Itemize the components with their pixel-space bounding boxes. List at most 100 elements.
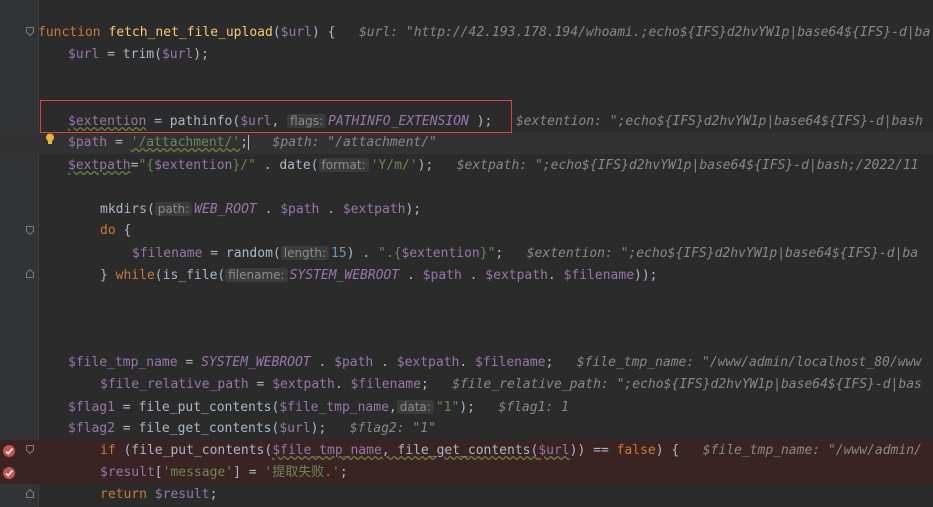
debug-inline-value: $flag1: 1 xyxy=(498,400,569,415)
code-text: $filename = random(length: 15) . ".{$exte… xyxy=(132,244,918,263)
string-literal: "{ xyxy=(138,158,155,173)
code-text: $extpath="{$extention}/" . date(format: '… xyxy=(68,156,918,175)
parameter-hint: format: xyxy=(318,158,369,172)
code-text: function fetch_net_file_upload($url) { $… xyxy=(38,24,930,42)
code-token: = random( xyxy=(202,246,281,261)
constant: WEB_ROOT xyxy=(194,202,257,217)
fold-collapse-icon[interactable] xyxy=(26,445,34,454)
code-token: . date( xyxy=(255,158,319,173)
code-line-10[interactable]: $filename = random(length: 15) . ".{$exte… xyxy=(0,242,933,264)
variable: $url xyxy=(68,47,100,62)
number-literal: 15 xyxy=(331,246,347,261)
code-editor[interactable]: function fetch_net_file_upload($url) { $… xyxy=(0,0,933,507)
code-token: ); xyxy=(405,202,422,217)
paren: ) { xyxy=(311,25,336,40)
code-token: mkdirs( xyxy=(100,202,155,217)
variable: $url xyxy=(240,114,272,129)
code-token: . xyxy=(459,355,476,370)
code-token: , xyxy=(388,400,397,415)
code-token: . xyxy=(373,355,397,370)
code-line-8[interactable]: mkdirs(path: WEB_ROOT . $path . $extpath)… xyxy=(0,198,933,220)
code-token: ; xyxy=(420,377,429,392)
code-line-4[interactable]: $extention = pathinfo($url, flags: PATHIN… xyxy=(0,110,933,132)
code-token: ; xyxy=(495,246,504,261)
fold-collapse-icon[interactable] xyxy=(26,226,34,235)
string-literal: ".{ xyxy=(378,246,402,261)
variable: $filename xyxy=(350,377,421,392)
debug-inline-value: $path: "/attachment/" xyxy=(272,135,437,150)
variable: $url xyxy=(161,47,194,62)
code-token: ); xyxy=(459,400,475,415)
code-token: (is_file( xyxy=(154,268,226,283)
code-token: )); xyxy=(634,268,658,283)
breakpoint-icon[interactable] xyxy=(2,466,16,480)
keyword: function xyxy=(38,25,101,40)
code-text: return $result; xyxy=(100,486,217,504)
code-line-5[interactable]: $path = '/attachment/'; $path: "/attachm… xyxy=(0,132,933,154)
debug-inline-value: $flag2: "1" xyxy=(349,421,436,436)
code-line-18[interactable]: $flag2 = file_get_contents($url); $flag2… xyxy=(0,418,933,440)
debug-inline-value: $file_relative_path: ";echo${IFS}d2hvYW1… xyxy=(452,377,922,392)
variable: $extpath xyxy=(396,355,460,370)
parameter-hint: flags: xyxy=(287,114,326,128)
fold-collapse-icon[interactable] xyxy=(26,27,34,36)
string-literal: '/attachment/' xyxy=(130,135,241,150)
variable: $extpath xyxy=(485,268,548,283)
keyword: if xyxy=(100,443,116,458)
code-line-11[interactable]: } while(is_file(filename: SYSTEM_WEBROOT … xyxy=(0,264,933,286)
code-token: = trim( xyxy=(99,47,162,62)
code-token: . xyxy=(399,268,423,283)
fold-expand-icon[interactable] xyxy=(26,489,34,498)
code-token: . xyxy=(334,377,351,392)
variable: $extpath xyxy=(68,158,131,173)
code-token: = xyxy=(248,377,273,392)
code-token: ; xyxy=(240,135,249,150)
code-line-15[interactable]: $file_tmp_name = SYSTEM_WEBROOT . $path … xyxy=(0,352,933,374)
code-line-20[interactable]: $result['message'] = '提取失败.'; xyxy=(0,462,933,484)
debug-inline-value: $file_tmp_name: "/www/admin/ xyxy=(702,443,922,458)
code-token: . xyxy=(310,355,335,370)
code-line-6[interactable]: $extpath="{$extention}/" . date(format: '… xyxy=(0,154,933,176)
string-literal: 'message' xyxy=(162,465,234,480)
code-token: = pathinfo( xyxy=(146,114,241,129)
code-line-2[interactable]: $url = trim($url); xyxy=(0,44,933,66)
code-token: = xyxy=(177,355,202,370)
string-literal: }" xyxy=(479,246,496,261)
code-token: . xyxy=(547,268,564,283)
breakpoint-icon[interactable] xyxy=(2,444,16,458)
code-token: ; xyxy=(339,465,348,480)
code-line-17[interactable]: $flag1 = file_put_contents($file_tmp_nam… xyxy=(0,396,933,418)
variable: $url xyxy=(280,25,312,40)
code-text: $path = '/attachment/'; $path: "/attachm… xyxy=(68,134,437,152)
variable: $result xyxy=(100,465,155,480)
variable: $flag1 xyxy=(68,400,115,415)
code-token: ); xyxy=(310,421,327,436)
variable: $url xyxy=(279,421,311,436)
lightbulb-icon[interactable] xyxy=(45,133,55,145)
code-token: = xyxy=(107,135,131,150)
keyword: false xyxy=(616,443,656,458)
code-token: ); xyxy=(193,47,209,62)
code-text: } while(is_file(filename: SYSTEM_WEBROOT … xyxy=(100,266,658,285)
debug-inline-value: $file_tmp_name: "/www/admin/localhost_80… xyxy=(576,355,922,370)
code-token: = file_get_contents( xyxy=(114,421,280,436)
code-token: ] = xyxy=(233,465,265,480)
code-line-19[interactable]: if (file_put_contents($file_tmp_name, fi… xyxy=(0,440,933,462)
constant: SYSTEM_WEBROOT xyxy=(289,268,400,283)
code-token: } xyxy=(100,268,116,283)
parameter-hint: length: xyxy=(280,246,330,260)
code-token: . xyxy=(319,202,343,217)
code-token: (file_put_contents( xyxy=(115,443,273,458)
code-text: $file_relative_path = $extpath. $filenam… xyxy=(100,376,922,394)
variable: $filename xyxy=(132,246,203,261)
code-line-21[interactable]: return $result; xyxy=(0,484,933,506)
code-text: $file_tmp_name = SYSTEM_WEBROOT . $path … xyxy=(68,354,921,372)
variable: $file_tmp_name xyxy=(279,400,389,415)
code-line-9[interactable]: do { xyxy=(0,220,933,242)
string-literal: 'Y/m/' xyxy=(370,158,418,173)
code-line-1[interactable]: function fetch_net_file_upload($url) { $… xyxy=(0,22,933,44)
constant: PATHINFO_EXTENSION xyxy=(328,114,469,129)
code-line-16[interactable]: $file_relative_path = $extpath. $filenam… xyxy=(0,374,933,396)
fold-expand-icon[interactable] xyxy=(26,269,34,278)
code-text: $flag2 = file_get_contents($url); $flag2… xyxy=(68,420,436,438)
